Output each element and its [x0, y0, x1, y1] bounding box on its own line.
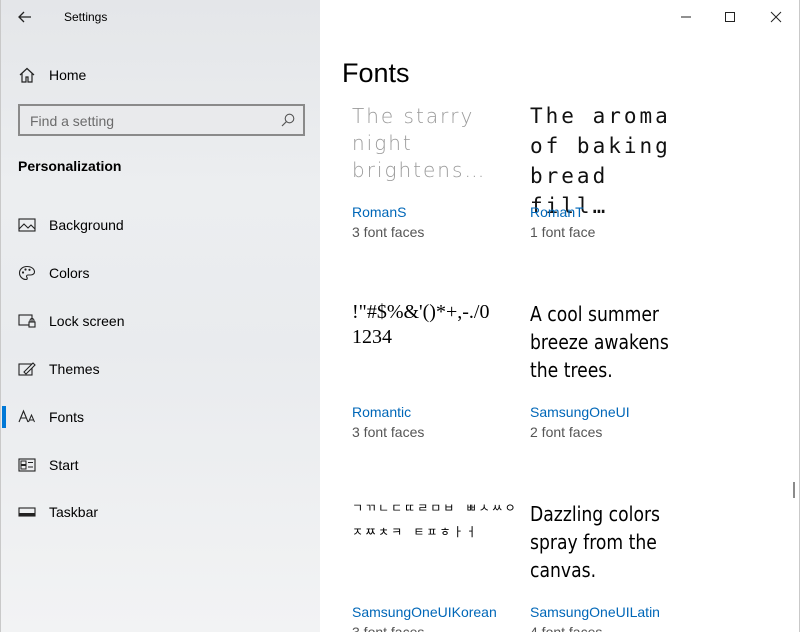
minimize-button[interactable]: [671, 6, 701, 28]
sidebar-item-taskbar[interactable]: Taskbar: [1, 492, 321, 532]
title-bar: Settings: [1, 0, 321, 34]
start-icon: [18, 458, 36, 472]
sidebar-item-label: Themes: [49, 361, 100, 377]
font-sample: The aroma of baking bread fill…: [530, 104, 671, 218]
font-face-count: 1 font face: [530, 224, 596, 240]
sidebar-item-background[interactable]: Background: [1, 205, 321, 245]
selected-indicator: [2, 406, 6, 428]
sidebar-item-themes[interactable]: Themes: [1, 349, 321, 389]
back-button[interactable]: [11, 5, 39, 29]
section-title: Personalization: [18, 158, 122, 174]
fonts-page: Fonts The starry night brightens… RomanS…: [320, 0, 800, 632]
sidebar-item-label: Colors: [49, 265, 90, 281]
scrollbar-thumb[interactable]: [793, 482, 795, 498]
themes-icon: [18, 362, 36, 376]
maximize-button[interactable]: [715, 6, 745, 28]
font-name: RomanS: [352, 204, 407, 220]
home-nav-item[interactable]: Home: [1, 58, 321, 90]
sidebar-item-label: Fonts: [49, 409, 85, 425]
sidebar-item-label: Background: [49, 217, 124, 233]
picture-icon: [18, 218, 36, 232]
close-icon: [770, 11, 782, 23]
maximize-icon: [725, 12, 735, 22]
sidebar-item-label: Start: [49, 457, 79, 473]
font-sample: Dazzling colors spray from the canvas.: [530, 502, 661, 582]
search-placeholder: Find a setting: [30, 113, 115, 129]
sidebar-item-fonts[interactable]: Fonts: [1, 397, 321, 437]
settings-search-input[interactable]: Find a setting: [18, 104, 305, 136]
font-sample: A cool summer breeze awakens the trees.: [530, 302, 669, 382]
font-sample: !"#$%&'()*+,-./0 1234: [352, 301, 490, 348]
lock-screen-icon: [18, 314, 36, 328]
close-button[interactable]: [761, 6, 791, 28]
font-name: SamsungOneUILatin: [530, 604, 660, 620]
font-face-count: 3 font faces: [352, 224, 425, 240]
taskbar-icon: [18, 507, 36, 517]
page-title: Fonts: [342, 58, 410, 88]
font-sample: ㄱㄲㄴㄷㄸㄹㅁㅂ ㅃㅅㅆㅇㅈㅉㅊㅋ ㅌㅍㅎㅏㅓ: [352, 501, 518, 539]
font-face-count: 2 font faces: [530, 424, 603, 440]
font-name: Romantic: [352, 404, 412, 420]
sidebar-item-start[interactable]: Start: [1, 445, 321, 485]
font-face-count: 3 font faces: [352, 424, 425, 440]
font-sample: The starry night brightens…: [352, 104, 487, 182]
app-title: Settings: [64, 10, 108, 24]
search-icon[interactable]: [280, 112, 296, 128]
font-name: RomanT: [530, 204, 584, 220]
font-name: SamsungOneUIKorean: [352, 604, 497, 620]
font-name: SamsungOneUI: [530, 404, 630, 420]
home-icon: [19, 67, 35, 83]
font-face-count: 3 font faces: [352, 624, 425, 632]
font-face-count: 4 font faces: [530, 624, 603, 632]
sidebar-item-label: Lock screen: [49, 313, 125, 329]
fonts-icon: [18, 409, 35, 423]
home-label: Home: [49, 67, 87, 83]
sidebar-item-lock-screen[interactable]: Lock screen: [1, 301, 321, 341]
minimize-icon: [681, 16, 691, 18]
settings-sidebar: Settings Home Find a setting Personaliza…: [0, 0, 320, 632]
palette-icon: [18, 265, 36, 281]
sidebar-item-label: Taskbar: [49, 504, 99, 520]
sidebar-item-colors[interactable]: Colors: [1, 253, 321, 293]
back-arrow-icon: [18, 11, 31, 23]
